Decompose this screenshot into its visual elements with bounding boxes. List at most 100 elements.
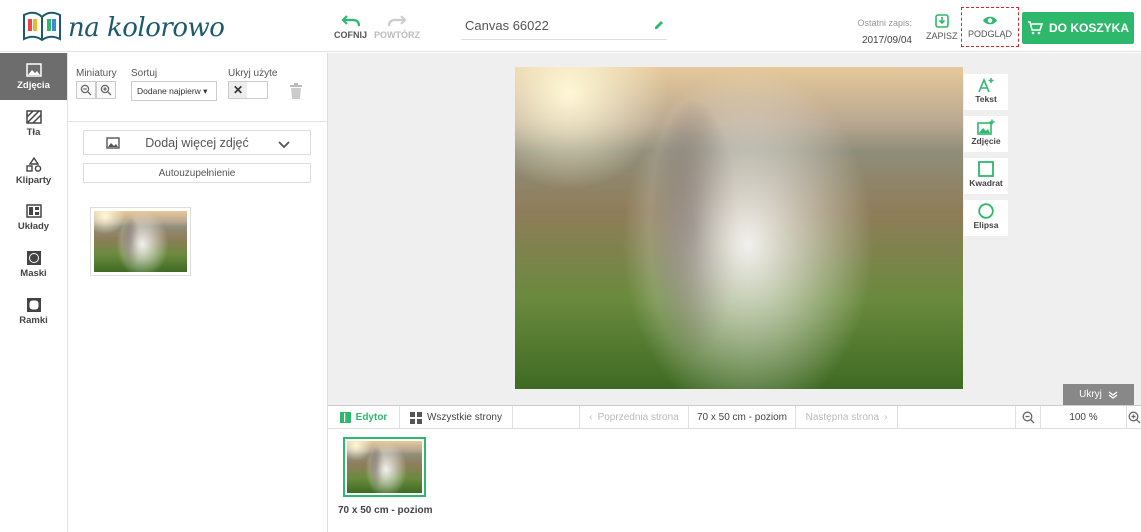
next-page-button[interactable]: Następna strona › [796,406,898,429]
tool-label: Zdjęcie [971,136,1001,146]
tool-label: Tekst [975,94,997,104]
all-pages-label: Wszystkie strony [426,412,502,423]
page-thumbnail[interactable] [343,437,426,497]
cart-icon [1027,21,1043,35]
chevron-left-icon: ‹ [589,412,593,423]
sidebar-item-label: Kliparty [15,175,52,186]
zoom-in-button[interactable] [1127,406,1141,429]
tool-label: Kwadrat [969,178,1003,188]
close-icon: ✕ [229,82,247,98]
sidebar-item-cliparts[interactable]: Kliparty [0,147,67,194]
mask-icon [26,251,41,265]
thumbnails-label: Miniatury [76,68,117,79]
sidebar: Zdjęcia Tła Kliparty Układy Maski Ramki [0,53,68,532]
photo-thumbnail[interactable] [90,207,191,276]
double-chevron-down-icon [1108,390,1118,399]
page-format: 70 x 50 cm - poziom [689,406,796,429]
cart-label: DO KOSZYKA [1048,21,1129,35]
canvas-title-field[interactable]: Canvas 66022 [461,12,667,40]
sidebar-item-backgrounds[interactable]: Tła [0,100,67,147]
autofill-button[interactable]: Autouzupełnienie [83,163,311,183]
logo-text: na kolorowo [68,12,225,43]
wedding-photo [94,211,187,272]
eye-icon [983,16,997,25]
save-label: ZAPISZ [926,31,958,41]
sidebar-item-masks[interactable]: Maski [0,241,67,288]
add-ellipse-tool[interactable]: Elipsa [964,200,1008,236]
canvas-title: Canvas 66022 [465,18,549,33]
hide-used-label: Ukryj użyte [228,68,278,79]
last-save-label: Ostatni zapis: [857,18,912,28]
image-icon [25,63,42,77]
preview-label: PODGLĄD [967,29,1012,39]
redo-label: POWTÓRZ [374,30,420,40]
canvas-photo[interactable] [515,67,963,389]
photos-panel: Miniatury Sortuj Ukryj użyte Dodane najp… [68,53,328,532]
chevron-down-icon [278,138,290,152]
editor-tab[interactable]: Edytor [328,406,400,429]
add-more-photos-button[interactable]: Dodaj więcej zdjęć [83,130,311,155]
preview-button[interactable]: PODGLĄD [961,7,1019,47]
zoom-out-icon [1022,411,1034,424]
toolbar-spacer [513,406,580,429]
layout-icon [25,204,42,218]
add-square-tool[interactable]: Kwadrat [964,158,1008,194]
hide-used-toggle[interactable]: ✕ [228,81,268,99]
redo-icon [387,15,407,27]
tool-label: Elipsa [973,220,999,230]
all-pages-tab[interactable]: Wszystkie strony [400,406,513,429]
sidebar-item-photos[interactable]: Zdjęcia [0,53,67,100]
trash-icon[interactable] [289,83,303,102]
sidebar-item-label: Zdjęcia [17,80,50,91]
sidebar-item-layouts[interactable]: Układy [0,194,67,241]
image-icon [106,137,120,152]
save-button[interactable]: ZAPISZ [926,14,958,41]
hide-label: Ukryj [1079,389,1102,400]
sidebar-item-label: Układy [17,221,50,232]
chevron-right-icon: › [884,412,888,423]
frame-icon [26,298,41,312]
sidebar-item-label: Ramki [19,315,48,326]
pages-toolbar: Edytor Wszystkie strony ‹ Poprzednia str… [328,405,1141,429]
undo-label: COFNIJ [334,30,368,40]
add-text-tool[interactable]: Tekst [964,74,1008,110]
editor-label: Edytor [355,412,388,423]
divider [68,121,327,122]
sort-label: Sortuj [131,68,158,79]
sidebar-item-label: Tła [26,127,41,138]
pencil-icon[interactable] [653,19,665,34]
zoom-level: 100 % [1041,406,1127,429]
grid-icon [409,411,422,424]
page-label: 70 x 50 cm - poziom [338,505,433,516]
photo-add-icon [977,119,995,135]
redo-button[interactable]: POWTÓRZ [374,14,420,40]
add-more-label: Dodaj więcej zdjęć [145,135,249,150]
sort-select[interactable]: Dodane najpierw ▾ [131,81,217,101]
zoom-in-icon[interactable] [96,81,116,99]
undo-button[interactable]: COFNIJ [334,14,367,40]
next-page-label: Następna strona [805,412,880,423]
zoom-in-icon [1128,411,1140,424]
prev-page-button[interactable]: ‹ Poprzednia strona [580,406,689,429]
top-bar: na kolorowo COFNIJ POWTÓRZ Canvas 66022 … [0,0,1141,64]
thumbnail-zoom [76,81,116,99]
sidebar-item-label: Maski [20,268,47,279]
save-icon [934,14,949,28]
add-photo-tool[interactable]: Zdjęcie [964,116,1008,152]
hide-pages-button[interactable]: Ukryj [1063,384,1134,405]
editor-icon [339,412,351,423]
prev-page-label: Poprzednia strona [597,412,679,423]
add-to-cart-button[interactable]: DO KOSZYKA [1022,12,1134,44]
book-icon [22,10,62,45]
logo[interactable]: na kolorowo [22,10,225,45]
caret-down-icon: ▾ [203,86,208,96]
zoom-out-button[interactable] [1015,406,1041,429]
square-icon [978,161,994,177]
canvas-tools: Tekst Zdjęcie Kwadrat Elipsa [964,74,1008,242]
canvas-workspace: Tekst Zdjęcie Kwadrat Elipsa Ukryj [328,53,1141,405]
autofill-label: Autouzupełnienie [158,167,236,179]
sidebar-item-frames[interactable]: Ramki [0,288,67,335]
clipart-icon [25,157,41,172]
sort-value: Dodane najpierw [137,86,201,96]
zoom-out-icon[interactable] [76,81,96,99]
